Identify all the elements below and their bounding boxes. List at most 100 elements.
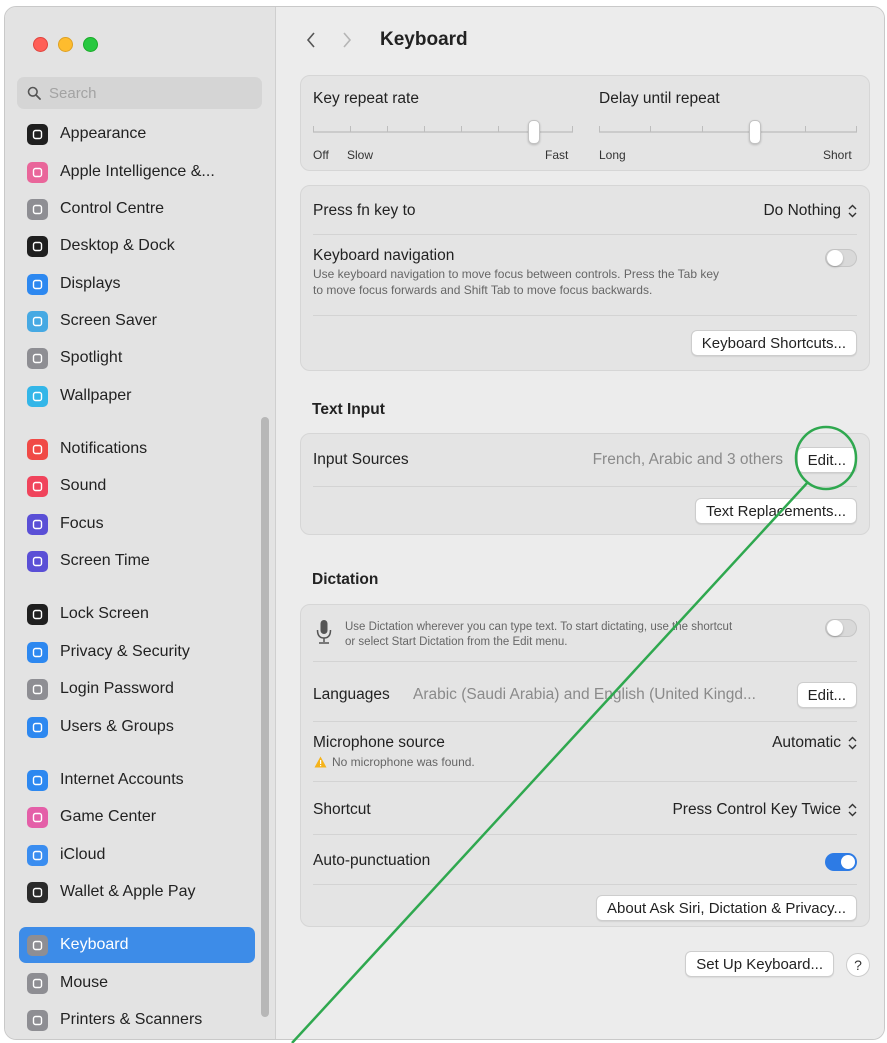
sidebar-item-users-groups[interactable]: Users & Groups xyxy=(19,709,255,745)
sidebar-item-screen-time[interactable]: Screen Time xyxy=(19,543,255,579)
control-centre-icon xyxy=(27,198,48,220)
sidebar-scrollbar[interactable] xyxy=(261,417,269,1017)
dictation-card: Use Dictation wherever you can type text… xyxy=(300,604,870,927)
input-sources-edit-button[interactable]: Edit... xyxy=(796,447,857,473)
back-button[interactable] xyxy=(300,29,322,51)
help-button[interactable]: ? xyxy=(846,953,870,977)
sidebar-item-printers-scanners[interactable]: Printers & Scanners xyxy=(19,1002,255,1038)
warning-icon xyxy=(314,756,327,768)
zoom-window-button[interactable] xyxy=(83,37,98,52)
keyboard-navigation-description-line1: Use keyboard navigation to move focus be… xyxy=(313,267,720,281)
sidebar-item-sound[interactable]: Sound xyxy=(19,468,255,504)
updown-chevron-icon xyxy=(848,204,857,218)
forward-button[interactable] xyxy=(336,29,358,51)
sidebar-item-appearance[interactable]: Appearance xyxy=(19,116,255,152)
sidebar-item-keyboard[interactable]: Keyboard xyxy=(19,927,255,963)
delay-until-repeat-slider[interactable] xyxy=(599,120,857,144)
sidebar: Appearance Apple Intelligence &... Control… xyxy=(5,7,276,1039)
keyboard-icon xyxy=(27,934,48,956)
key-repeat-off-label: Off xyxy=(313,148,329,162)
sidebar-item-label: Apple Intelligence &... xyxy=(60,163,215,180)
close-window-button[interactable] xyxy=(33,37,48,52)
sidebar-item-screen-saver[interactable]: Screen Saver xyxy=(19,303,255,339)
sidebar-item-spotlight[interactable]: Spotlight xyxy=(19,340,255,376)
appearance-icon xyxy=(27,123,48,145)
sidebar-item-label: Notifications xyxy=(60,440,148,457)
spotlight-icon xyxy=(27,347,48,369)
sidebar-item-label: Appearance xyxy=(60,125,147,142)
microphone-icon xyxy=(316,620,332,644)
text-replacements-button[interactable]: Text Replacements... xyxy=(694,498,857,524)
focus-icon xyxy=(27,513,48,535)
minimize-window-button[interactable] xyxy=(58,37,73,52)
keyboard-shortcuts-button[interactable]: Keyboard Shortcuts... xyxy=(690,330,857,356)
keyboard-navigation-toggle[interactable] xyxy=(825,249,857,267)
updown-chevron-icon xyxy=(848,803,857,817)
wallet-icon xyxy=(27,881,48,903)
sidebar-item-focus[interactable]: Focus xyxy=(19,506,255,542)
desktop-dock-icon xyxy=(27,235,48,257)
input-sources-value: French, Arabic and 3 others xyxy=(592,451,783,468)
auto-punctuation-label: Auto-punctuation xyxy=(313,852,431,869)
dictation-description-line1: Use Dictation wherever you can type text… xyxy=(345,621,733,633)
sidebar-item-desktop-dock[interactable]: Desktop & Dock xyxy=(19,228,255,264)
delay-until-repeat-slider-thumb[interactable] xyxy=(749,120,761,144)
fn-key-popup[interactable]: Do Nothing xyxy=(763,202,857,220)
sidebar-item-lock-screen[interactable]: Lock Screen xyxy=(19,596,255,632)
internet-accounts-icon xyxy=(27,769,48,791)
languages-edit-button[interactable]: Edit... xyxy=(796,682,857,708)
sidebar-item-wallpaper[interactable]: Wallpaper xyxy=(19,378,255,414)
sidebar-item-displays[interactable]: Displays xyxy=(19,266,255,302)
screen-time-icon xyxy=(27,550,48,572)
sidebar-item-label: Sound xyxy=(60,477,107,494)
sidebar-item-privacy-security[interactable]: Privacy & Security xyxy=(19,634,255,670)
sidebar-item-mouse[interactable]: Mouse xyxy=(19,965,255,1001)
sidebar-item-label: Control Centre xyxy=(60,200,165,217)
keyboard-navigation-label: Keyboard navigation xyxy=(313,247,455,264)
auto-punctuation-toggle[interactable] xyxy=(825,853,857,871)
sidebar-item-apple-intelligence[interactable]: Apple Intelligence &... xyxy=(19,154,255,190)
search-input[interactable] xyxy=(47,83,251,103)
key-repeat-slider[interactable] xyxy=(313,120,573,144)
text-input-card: Input Sources French, Arabic and 3 other… xyxy=(300,433,870,535)
sidebar-item-control-centre[interactable]: Control Centre xyxy=(19,191,255,227)
sidebar-item-label: Keyboard xyxy=(60,936,129,953)
sidebar-item-login-password[interactable]: Login Password xyxy=(19,671,255,707)
toolbar: Keyboard xyxy=(300,29,468,51)
sidebar-item-label: Spotlight xyxy=(60,349,123,366)
sidebar-item-label: Screen Saver xyxy=(60,312,157,329)
dictation-toggle[interactable] xyxy=(825,619,857,637)
sidebar-item-icloud[interactable]: iCloud xyxy=(19,837,255,873)
displays-icon xyxy=(27,273,48,295)
sidebar-item-game-center[interactable]: Game Center xyxy=(19,799,255,835)
sidebar-item-label: Wallpaper xyxy=(60,387,132,404)
set-up-keyboard-button[interactable]: Set Up Keyboard... xyxy=(685,951,834,977)
microphone-source-label: Microphone source xyxy=(313,734,445,751)
sidebar-item-notifications[interactable]: Notifications xyxy=(19,431,255,467)
languages-value: Arabic (Saudi Arabia) and English (Unite… xyxy=(413,686,756,703)
about-siri-dictation-privacy-button[interactable]: About Ask Siri, Dictation & Privacy... xyxy=(596,895,857,921)
search-field[interactable] xyxy=(17,77,262,109)
sidebar-item-label: Login Password xyxy=(60,680,174,697)
sidebar-item-internet-accounts[interactable]: Internet Accounts xyxy=(19,762,255,798)
privacy-security-icon xyxy=(27,641,48,663)
microphone-warning-text: No microphone was found. xyxy=(332,755,475,769)
key-repeat-slider-thumb[interactable] xyxy=(528,120,540,144)
settings-window: Appearance Apple Intelligence &... Control… xyxy=(4,6,885,1040)
key-repeat-card: Key repeat rate Delay until repeat Off S… xyxy=(300,75,870,171)
input-sources-label: Input Sources xyxy=(313,451,409,468)
text-input-heading: Text Input xyxy=(312,401,385,418)
apple-intelligence-icon xyxy=(27,161,48,183)
shortcut-label: Shortcut xyxy=(313,801,371,818)
sound-icon xyxy=(27,475,48,497)
sidebar-item-label: Mouse xyxy=(60,974,109,991)
key-repeat-slow-label: Slow xyxy=(347,148,374,162)
shortcut-popup[interactable]: Press Control Key Twice xyxy=(672,801,857,819)
sidebar-item-label: Users & Groups xyxy=(60,718,174,735)
microphone-source-popup[interactable]: Automatic xyxy=(772,734,857,752)
fn-key-value: Do Nothing xyxy=(763,202,841,219)
sidebar-item-wallet[interactable]: Wallet & Apple Pay xyxy=(19,874,255,910)
updown-chevron-icon xyxy=(848,736,857,750)
sidebar-item-label: Internet Accounts xyxy=(60,771,184,788)
microphone-source-value: Automatic xyxy=(772,734,841,751)
